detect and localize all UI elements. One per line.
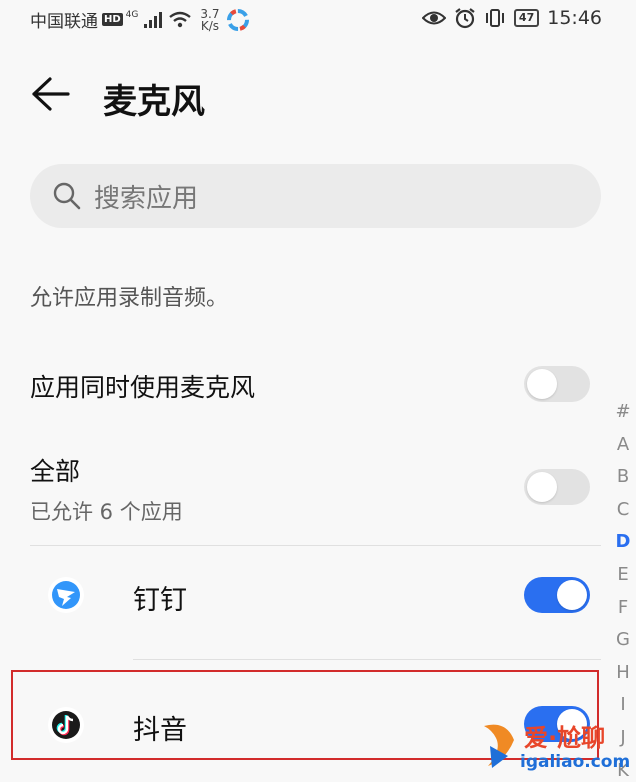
back-arrow-icon[interactable] — [30, 76, 70, 112]
alphabet-index-letter[interactable]: B — [617, 461, 629, 494]
watermark-url: igaliao.com — [520, 752, 631, 772]
concurrent-mic-label: 应用同时使用麦克风 — [30, 373, 256, 402]
status-right: 47 15:46 — [421, 7, 602, 29]
all-apps-toggle[interactable] — [524, 469, 590, 505]
alphabet-index-letter[interactable]: D — [616, 526, 631, 559]
dingtalk-toggle[interactable] — [524, 577, 590, 613]
site-watermark: 爱·尬聊 igaliao.com — [476, 714, 634, 780]
section-divider — [30, 545, 601, 546]
concurrent-mic-toggle[interactable] — [524, 366, 590, 402]
search-placeholder: 搜索应用 — [94, 183, 199, 214]
app-notification-icon — [227, 8, 250, 31]
speed-value: 3.7 — [200, 6, 220, 21]
watermark-text: 爱·尬聊 — [524, 724, 606, 752]
search-input[interactable]: 搜索应用 — [30, 164, 601, 228]
status-bar: 中国联通 HD 4G 3.7 K/s 47 15:46 — [0, 0, 636, 36]
signal-icon — [144, 11, 163, 28]
eye-icon — [421, 11, 446, 25]
status-left: 中国联通 HD 4G 3.7 K/s — [30, 7, 250, 32]
alphabet-index-letter[interactable]: H — [616, 657, 630, 690]
dingtalk-icon — [48, 577, 84, 613]
network-speed: 3.7 K/s — [200, 8, 219, 32]
microphone-permission-screen: 中国联通 HD 4G 3.7 K/s 47 15:46 麦克风 搜索应用 允许应… — [0, 0, 636, 782]
network-type: 4G — [125, 9, 139, 20]
toggle-knob — [527, 369, 557, 399]
wifi-icon — [169, 11, 192, 27]
page-title: 麦克风 — [103, 82, 205, 122]
watermark-logo-icon — [484, 724, 514, 768]
toggle-knob — [527, 472, 557, 502]
carrier-name: 中国联通 — [30, 12, 98, 32]
search-icon — [53, 182, 81, 210]
alphabet-index-letter[interactable]: E — [617, 559, 628, 592]
vibrate-icon — [485, 9, 504, 27]
alarm-icon — [455, 8, 475, 29]
toggle-knob — [557, 580, 587, 610]
all-apps-label: 全部 — [30, 457, 81, 486]
alphabet-index-letter[interactable]: G — [616, 624, 630, 657]
hd-badge: HD — [102, 13, 123, 26]
alphabet-index-letter[interactable]: C — [617, 494, 630, 527]
list-divider — [133, 659, 601, 660]
alphabet-index-letter[interactable]: # — [615, 396, 630, 429]
all-apps-count: 已允许 6 个应用 — [30, 500, 183, 524]
status-time: 15:46 — [547, 7, 602, 29]
speed-unit: K/s — [200, 18, 219, 33]
app-name: 钉钉 — [133, 585, 187, 616]
alphabet-index-letter[interactable]: F — [618, 592, 628, 625]
alphabet-index-letter[interactable]: A — [617, 429, 629, 462]
battery-indicator: 47 — [513, 9, 540, 27]
permission-description: 允许应用录制音频。 — [30, 286, 229, 311]
